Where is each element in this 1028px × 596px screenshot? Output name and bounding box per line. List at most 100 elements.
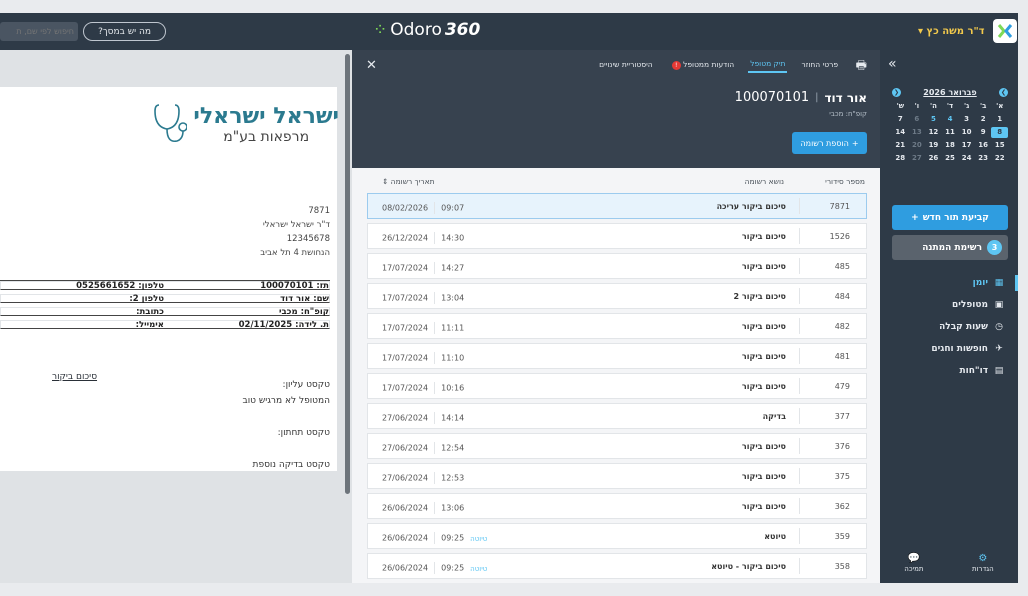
help-button[interactable]: מה יש במסך?: [83, 22, 166, 41]
calendar-day[interactable]: 15: [991, 140, 1008, 151]
tab-patient-messages[interactable]: הודעות ממטופל !: [667, 57, 737, 73]
calendar-day[interactable]: 9: [975, 127, 992, 138]
col-serial[interactable]: מספר סידורי: [825, 177, 865, 186]
record-subject: בדיקה: [762, 412, 786, 421]
record-datetime: 17/07/2024 14:27: [382, 262, 464, 274]
settings-label: הגדרות: [972, 565, 994, 573]
calendar-day[interactable]: 13: [909, 127, 926, 138]
calendar-day[interactable]: 17: [958, 140, 975, 151]
details-row: תז: 100070101 טלפון: 0525661652: [0, 281, 330, 291]
record-serial: 485: [834, 262, 850, 271]
calendar-day[interactable]: 20: [909, 140, 926, 151]
calendar-day[interactable]: 7: [892, 114, 909, 125]
plus-icon: +: [851, 138, 859, 148]
table-row[interactable]: 7871 סיכום ביקור עריכה 08/02/2026 09:07: [367, 193, 867, 219]
col-subject[interactable]: נושא רשומה: [745, 177, 784, 186]
record-serial: 482: [834, 322, 850, 331]
calendar-day[interactable]: 18: [942, 140, 959, 151]
print-icon[interactable]: 🖶: [856, 56, 867, 77]
calendar-day[interactable]: 12: [925, 127, 942, 138]
calendar-day[interactable]: 23: [975, 153, 992, 164]
record-subject: סיכום ביקור: [741, 382, 786, 391]
weekday-label: ד': [946, 102, 954, 110]
sidebar-item-reports[interactable]: ▤ דו"חות: [880, 360, 1018, 382]
row-divider: [799, 558, 800, 574]
collapse-sidebar-icon[interactable]: »: [888, 56, 897, 72]
table-row[interactable]: 358 סיכום ביקור - טיוטא 26/06/2024 09:25 טיו…: [367, 553, 867, 579]
table-row[interactable]: 375 סיכום ביקור 27/06/2024 12:53: [367, 463, 867, 489]
new-appointment-button[interactable]: קביעת תור חדש +: [892, 205, 1008, 230]
calendar-day[interactable]: 2: [975, 114, 992, 125]
table-row[interactable]: 1526 סיכום ביקור 26/12/2024 14:30: [367, 223, 867, 249]
table-row[interactable]: 484 סיכום ביקור 2 17/07/2024 13:04: [367, 283, 867, 309]
record-serial: 375: [834, 472, 850, 481]
calendar-prev-icon[interactable]: ❯: [999, 88, 1008, 97]
alert-badge-icon: !: [671, 60, 681, 70]
calendar-day[interactable]: 19: [925, 140, 942, 151]
calendar-month[interactable]: פברואר 2026: [923, 88, 976, 97]
record-date: 26/12/2024: [382, 233, 429, 243]
stethoscope-icon: [154, 104, 188, 143]
add-record-button[interactable]: + הוספת רשומה: [792, 132, 867, 154]
calendar-day[interactable]: 21: [892, 140, 909, 151]
record-subject: סיכום ביקור: [741, 322, 786, 331]
calendar-day[interactable]: 4: [942, 114, 959, 125]
record-serial: 7871: [829, 202, 850, 211]
sidebar-item-reception-hours[interactable]: ◷ שעות קבלה: [880, 316, 1018, 338]
calendar-day[interactable]: 22: [991, 153, 1008, 164]
tab-patient-file[interactable]: תיק מטופל: [748, 56, 788, 73]
calendar-day[interactable]: 1: [991, 114, 1008, 125]
support-button[interactable]: 💬 תמיכה: [904, 553, 923, 583]
search-input[interactable]: [0, 22, 78, 41]
row-divider: [799, 348, 800, 364]
tab-referral-details[interactable]: פרטי החוזר: [799, 57, 840, 72]
row-divider: [799, 438, 800, 454]
settings-button[interactable]: ⚙ הגדרות: [972, 553, 994, 583]
table-row[interactable]: 485 סיכום ביקור 17/07/2024 14:27: [367, 253, 867, 279]
table-row[interactable]: 377 בדיקה 27/06/2024 14:14: [367, 403, 867, 429]
calendar-next-icon[interactable]: ❮: [892, 88, 901, 97]
sidebar-item-calendar[interactable]: ▦ יומן: [880, 272, 1018, 294]
col-date[interactable]: תאריך רשומה ⇕: [382, 177, 435, 186]
close-icon[interactable]: ✕: [366, 58, 377, 73]
user-menu[interactable]: ד"ר משה כץ ▾: [918, 19, 1017, 43]
table-row[interactable]: 362 סיכום ביקור 26/06/2024 13:06: [367, 493, 867, 519]
row-divider: [434, 502, 436, 514]
row-divider: [434, 412, 436, 424]
calendar-day[interactable]: 6: [909, 114, 926, 125]
record-date: 27/06/2024: [382, 413, 429, 423]
calendar-day[interactable]: 27: [909, 153, 926, 164]
table-row[interactable]: 481 סיכום ביקור 17/07/2024 11:10: [367, 343, 867, 369]
record-date: 17/07/2024: [382, 353, 429, 363]
table-row[interactable]: 359 טיוטא 26/06/2024 09:25 טיוטה: [367, 523, 867, 549]
record-datetime: 26/06/2024 13:06: [382, 502, 464, 514]
preview-scrollbar[interactable]: [345, 54, 350, 494]
waitlist-button[interactable]: 3 רשימת המתנה: [892, 235, 1008, 260]
sidebar-item-vacations[interactable]: ✈ חופשות וחגים: [880, 338, 1018, 360]
calendar-day[interactable]: 11: [942, 127, 959, 138]
chat-icon: 💬: [907, 553, 921, 564]
extra-test-label: טקסט בדיקה נוספת: [252, 460, 330, 470]
calendar-day[interactable]: 3: [958, 114, 975, 125]
table-row[interactable]: 479 סיכום ביקור 17/07/2024 10:16: [367, 373, 867, 399]
calendar-day[interactable]: 5: [925, 114, 942, 125]
record-datetime: 26/12/2024 14:30: [382, 232, 464, 244]
add-record-label: הוספת רשומה: [800, 138, 849, 148]
calendar-day[interactable]: 14: [892, 127, 909, 138]
calendar-day[interactable]: 24: [958, 153, 975, 164]
table-row[interactable]: 376 סיכום ביקור 27/06/2024 12:54: [367, 433, 867, 459]
calendar-day[interactable]: 28: [892, 153, 909, 164]
calendar-day[interactable]: 26: [925, 153, 942, 164]
calendar-day[interactable]: 10: [958, 127, 975, 138]
calendar-day[interactable]: 25: [942, 153, 959, 164]
table-row[interactable]: 482 סיכום ביקור 17/07/2024 11:11: [367, 313, 867, 339]
tab-change-history[interactable]: היסטוריית שינויים: [597, 57, 655, 72]
calendar-day[interactable]: 16: [975, 140, 992, 151]
new-appointment-label: קביעת תור חדש: [922, 212, 989, 223]
sidebar-item-patients[interactable]: ▣ מטופלים: [880, 294, 1018, 316]
calendar-icon: ▦: [994, 278, 1004, 288]
calendar-day[interactable]: 8: [991, 127, 1008, 138]
record-datetime: 17/07/2024 11:11: [382, 322, 464, 334]
record-datetime: 08/02/2026 09:07: [382, 202, 464, 214]
record-serial: 359: [834, 532, 850, 541]
